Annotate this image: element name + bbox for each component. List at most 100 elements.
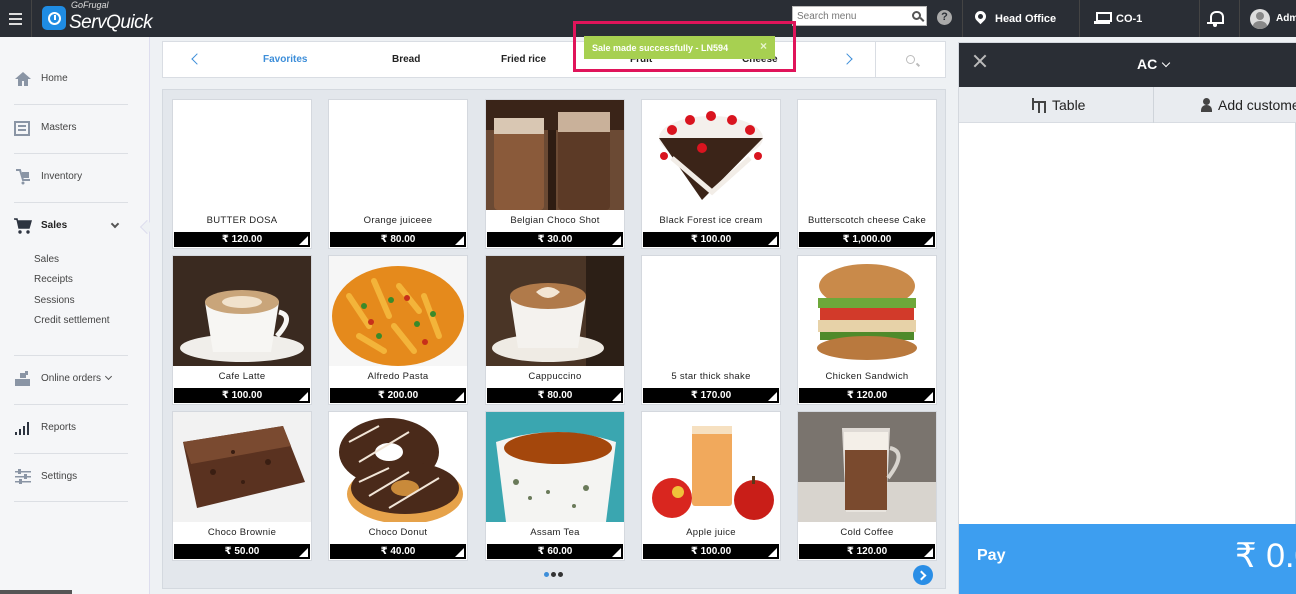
product-price: ₹ 100.00	[643, 544, 779, 559]
sidebar-item-home[interactable]: Home	[14, 54, 128, 103]
search-icon[interactable]	[912, 11, 921, 20]
divider	[1199, 0, 1200, 37]
table-label: Table	[1052, 97, 1086, 113]
home-icon	[14, 71, 32, 87]
product-tile-belgian-choco-shot[interactable]: Belgian Choco Shot ₹ 30.00	[485, 99, 625, 249]
sidebar-item-masters[interactable]: Masters	[14, 103, 128, 152]
product-tile-orange-juice[interactable]: Orange juiceee ₹ 80.00	[328, 99, 468, 249]
product-name: Assam Tea	[530, 527, 580, 538]
product-tile-cappuccino[interactable]: Cappuccino ₹ 80.00	[485, 255, 625, 405]
divider	[1153, 87, 1154, 123]
category-tab-bread[interactable]: Bread	[392, 54, 420, 65]
bell-icon[interactable]	[1207, 9, 1225, 27]
location-selector[interactable]: Head Office	[972, 0, 1056, 37]
product-price: ₹ 50.00	[174, 544, 310, 559]
sidebar-item-label: Inventory	[41, 171, 83, 182]
product-image-placeholder	[642, 256, 780, 366]
table-button[interactable]: Table	[1031, 87, 1085, 123]
sidebar-item-sales[interactable]: Sales	[14, 201, 128, 250]
order-panel-header: AC	[959, 43, 1296, 87]
app-logo[interactable]: GoFrugal ServQuick	[42, 0, 153, 33]
sidebar-subitem-sales[interactable]: Sales	[34, 254, 59, 265]
product-tile-choco-brownie[interactable]: Choco Brownie ₹ 50.00	[172, 411, 312, 561]
page-dot[interactable]	[544, 572, 549, 577]
chevron-down-icon	[1161, 58, 1171, 68]
sidebar-item-label: Sales	[41, 220, 68, 231]
product-name: Black Forest ice cream	[659, 215, 763, 226]
product-price: ₹ 1,000.00	[799, 232, 935, 247]
category-tab-favorites[interactable]: Favorites	[263, 54, 307, 65]
page-dot[interactable]	[551, 572, 556, 577]
category-search-button[interactable]	[875, 42, 946, 77]
chevron-down-icon	[104, 372, 113, 381]
clock-icon	[42, 6, 66, 30]
product-price: ₹ 200.00	[330, 388, 466, 403]
order-type-label: AC	[1137, 56, 1158, 72]
masters-icon	[14, 120, 32, 136]
sidebar-subitem-sessions[interactable]: Sessions	[34, 295, 75, 306]
product-name: BUTTER DOSA	[206, 215, 278, 226]
sidebar-item-online-orders[interactable]: Online orders	[14, 354, 128, 403]
hamburger-menu-icon[interactable]	[0, 0, 32, 37]
product-tile-alfredo-pasta[interactable]: Alfredo Pasta ₹ 200.00	[328, 255, 468, 405]
belgian-choco-shot-image	[486, 100, 624, 210]
product-name: 5 star thick shake	[671, 371, 751, 382]
product-tile-butterscotch-cake[interactable]: Butterscotch cheese Cake ₹ 1,000.00	[797, 99, 937, 249]
apple-juice-image	[642, 412, 780, 522]
product-image-placeholder	[798, 100, 936, 210]
order-panel-tabs: Table Add custome	[959, 87, 1296, 123]
success-toast: Sale made successfully - LN594 ×	[584, 36, 775, 59]
product-tile-cafe-latte[interactable]: Cafe Latte ₹ 100.00	[172, 255, 312, 405]
sidebar-item-reports[interactable]: Reports	[14, 403, 128, 452]
sidebar-subitem-receipts[interactable]: Receipts	[34, 274, 73, 285]
product-tile-apple-juice[interactable]: Apple juice ₹ 100.00	[641, 411, 781, 561]
add-user-icon	[1201, 98, 1214, 112]
cart-icon	[14, 217, 32, 234]
product-tile-cold-coffee[interactable]: Cold Coffee ₹ 120.00	[797, 411, 937, 561]
product-tile-choco-donut[interactable]: Choco Donut ₹ 40.00	[328, 411, 468, 561]
category-tab-fried-rice[interactable]: Fried rice	[501, 54, 546, 65]
product-price: ₹ 170.00	[643, 388, 779, 403]
product-tile-5-star-thick-shake[interactable]: 5 star thick shake ₹ 170.00	[641, 255, 781, 405]
table-icon	[1031, 98, 1047, 112]
user-menu[interactable]: Adm	[1250, 0, 1296, 37]
sidebar-subitem-credit-settlement[interactable]: Credit settlement	[34, 315, 110, 326]
brand-small: GoFrugal	[71, 0, 109, 10]
sidebar-item-label: Home	[41, 73, 68, 84]
add-customer-button[interactable]: Add custome	[1201, 87, 1296, 123]
search-menu-input[interactable]	[793, 7, 905, 25]
help-icon[interactable]: ?	[937, 10, 952, 25]
search-menu	[792, 6, 927, 26]
page-dot[interactable]	[558, 572, 563, 577]
product-price: ₹ 60.00	[487, 544, 623, 559]
product-name: Apple juice	[686, 527, 736, 538]
sidebar-item-label: Settings	[41, 471, 78, 482]
user-name: Adm	[1276, 13, 1296, 24]
divider	[1079, 0, 1080, 37]
chevron-right-icon[interactable]	[841, 53, 853, 65]
product-price: ₹ 120.00	[799, 544, 935, 559]
close-icon[interactable]	[973, 54, 987, 68]
toast-message: Sale made successfully - LN594	[592, 42, 729, 53]
close-icon[interactable]: ×	[760, 39, 767, 53]
product-price: ₹ 120.00	[174, 232, 310, 247]
product-tile-butter-dosa[interactable]: BUTTER DOSA ₹ 120.00	[172, 99, 312, 249]
product-tile-assam-tea[interactable]: Assam Tea ₹ 60.00	[485, 411, 625, 561]
product-name: Orange juiceee	[363, 215, 433, 226]
online-orders-icon	[14, 370, 32, 387]
category-bar: Favorites Bread Fried rice Fruit Cheese	[162, 41, 946, 78]
sidebar-item-settings[interactable]: Settings	[14, 452, 128, 501]
order-type-dropdown[interactable]: AC	[1137, 56, 1171, 72]
counter-selector[interactable]: CO-1	[1094, 0, 1142, 37]
scrollbar[interactable]	[0, 590, 72, 594]
divider	[14, 501, 128, 502]
location-pin-icon	[972, 8, 989, 25]
product-tile-black-forest[interactable]: Black Forest ice cream ₹ 100.00	[641, 99, 781, 249]
sidebar-item-label: Online orders	[41, 373, 102, 384]
next-page-button[interactable]	[913, 565, 933, 585]
pay-button[interactable]: Pay ₹ 0.0	[959, 524, 1296, 594]
product-tile-chicken-sandwich[interactable]: Chicken Sandwich ₹ 120.00	[797, 255, 937, 405]
chevron-left-icon[interactable]	[191, 53, 203, 65]
sidebar-item-inventory[interactable]: Inventory	[14, 152, 128, 201]
product-name: Cappuccino	[528, 371, 582, 382]
